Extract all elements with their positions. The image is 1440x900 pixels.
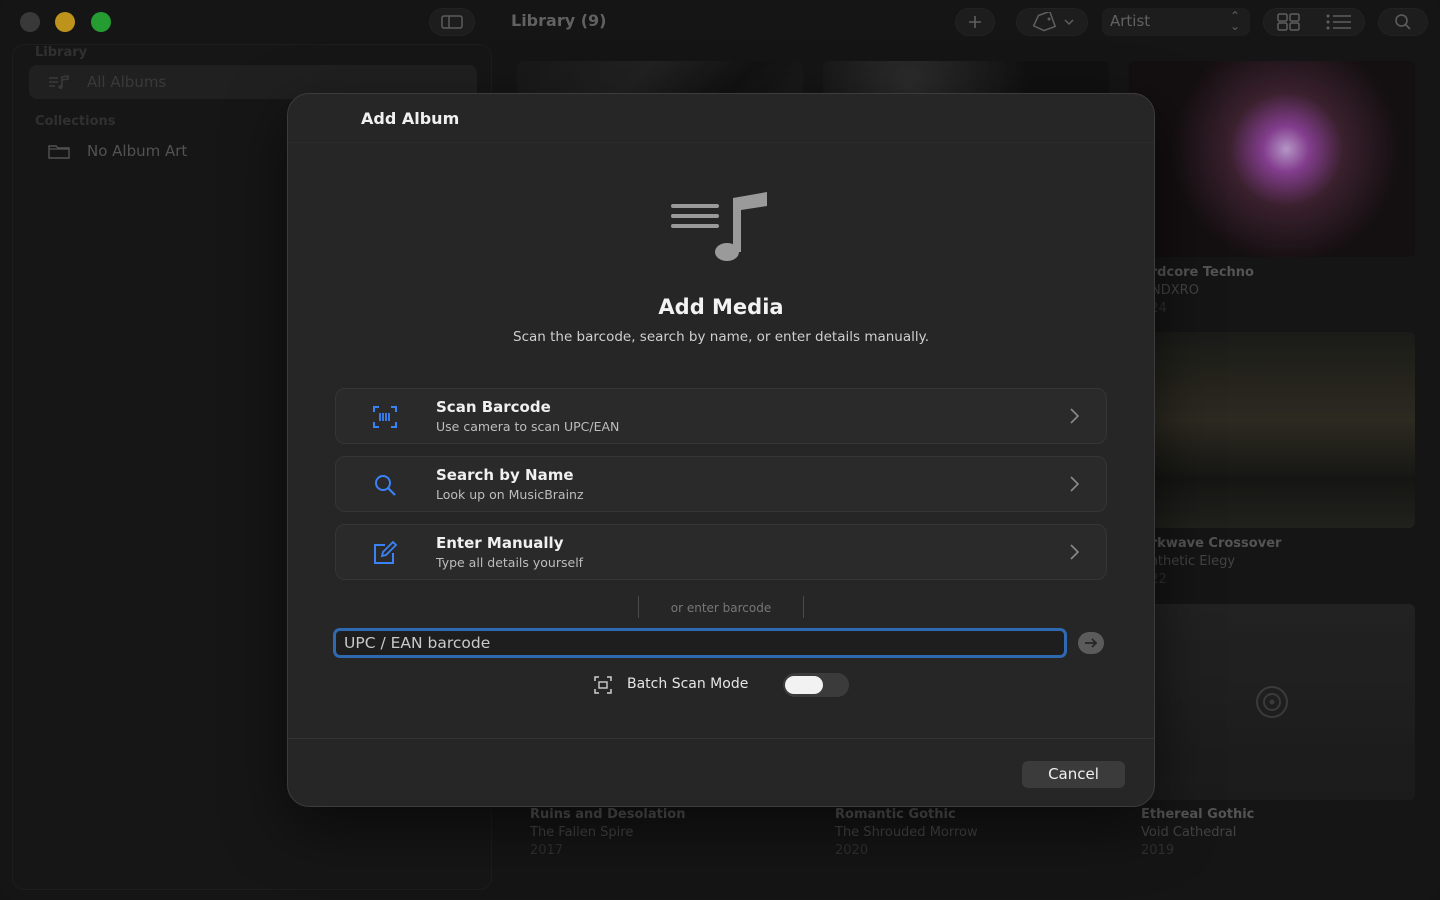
option-title: Scan Barcode [436, 398, 551, 416]
option-description: Type all details yourself [436, 555, 584, 570]
cancel-button[interactable]: Cancel [1022, 761, 1125, 788]
option-description: Look up on MusicBrainz [436, 487, 584, 502]
search-by-name-option[interactable]: Search by Name Look up on MusicBrainz [335, 456, 1107, 512]
add-album-dialog: Add Album Add Media Scan the barcode, se… [287, 93, 1155, 807]
magnifier-icon [375, 475, 396, 496]
toggle-knob [785, 676, 823, 694]
chevron-right-icon [1070, 476, 1080, 492]
dialog-subtitle: Scan the barcode, search by name, or ent… [513, 329, 929, 345]
batch-scan-label: Batch Scan Mode [627, 676, 749, 692]
arrow-right-icon [1085, 638, 1098, 648]
dialog-title: Add Media [658, 295, 784, 319]
barcode-input[interactable] [333, 628, 1067, 658]
option-title: Search by Name [436, 466, 574, 484]
option-description: Use camera to scan UPC/EAN [436, 419, 620, 434]
submit-barcode-button[interactable] [1078, 632, 1104, 654]
dialog-header: Add Album [361, 109, 460, 128]
chevron-right-icon [1070, 408, 1080, 424]
barcode-scan-icon [594, 676, 612, 694]
app-window: Library (9) Artist ⌃ ⌄ Library All Albums… [0, 0, 1440, 900]
divider [288, 738, 1154, 739]
enter-manually-option[interactable]: Enter Manually Type all details yourself [335, 524, 1107, 580]
barcode-scan-icon [373, 406, 397, 428]
batch-scan-toggle[interactable] [783, 673, 849, 697]
edit-icon [374, 540, 398, 564]
music-list-icon [671, 192, 767, 261]
option-title: Enter Manually [436, 534, 564, 552]
chevron-right-icon [1070, 544, 1080, 560]
scan-barcode-option[interactable]: Scan Barcode Use camera to scan UPC/EAN [335, 388, 1107, 444]
or-divider-label: or enter barcode [638, 596, 804, 620]
divider [288, 142, 1154, 143]
